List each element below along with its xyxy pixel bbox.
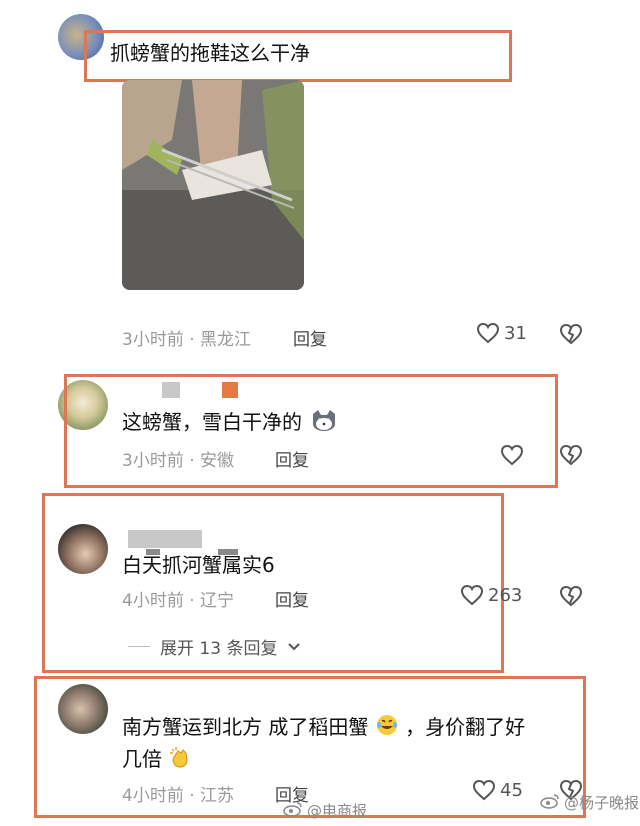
avatar[interactable] [58, 684, 108, 734]
comment-meta: 4小时前 · 辽宁 [122, 586, 234, 611]
broken-heart-icon [559, 585, 583, 607]
comment-location: 江苏 [200, 786, 235, 806]
comment-location: 辽宁 [200, 591, 235, 611]
heart-icon [476, 322, 500, 344]
comment-meta: 3小时前 · 黑龙江 [122, 325, 251, 350]
expand-replies-button[interactable]: 展开 13 条回复 [128, 634, 301, 659]
weibo-logo-icon [283, 801, 303, 821]
cat-emoji-icon [310, 408, 338, 440]
reply-button[interactable]: 回复 [275, 586, 309, 611]
broken-heart-icon [559, 444, 583, 466]
dislike-button[interactable] [558, 323, 584, 345]
comment-location: 安徽 [200, 451, 235, 471]
meta-separator: · [189, 591, 195, 611]
like-button[interactable]: 31 [476, 322, 527, 344]
comment-text-body: 这螃蟹，雪白干净的 [122, 410, 302, 434]
like-count: 31 [504, 322, 527, 344]
broken-heart-icon [559, 323, 583, 345]
watermark-left: @电商报 [283, 800, 367, 821]
dislike-button[interactable] [558, 444, 584, 466]
comment-time: 4小时前 [122, 591, 184, 611]
comment-time: 4小时前 [122, 786, 184, 806]
comment-text-line1-tail: ，身价翻了好 [405, 715, 526, 739]
reply-button[interactable]: 回复 [275, 446, 309, 471]
comment-text: 南方蟹运到北方 成了稻田蟹 ，身价翻了好 [122, 712, 525, 745]
reply-button[interactable]: 回复 [293, 325, 327, 350]
laughing-tears-emoji-icon [375, 713, 399, 745]
avatar[interactable] [58, 524, 108, 574]
watermark-right-text: @杨子晚报 [564, 794, 640, 812]
badge-redacted [222, 382, 238, 398]
comment-location: 黑龙江 [200, 330, 252, 350]
meta-separator: · [189, 451, 195, 471]
comment-text: 抓螃蟹的拖鞋这么干净 [110, 41, 310, 65]
username-redacted [162, 382, 180, 398]
meta-separator: · [189, 786, 195, 806]
weibo-logo-icon [540, 793, 560, 813]
chevron-down-icon [287, 637, 301, 657]
comment-meta: 4小时前 · 江苏 [122, 781, 234, 806]
heart-icon [500, 444, 524, 466]
comment-time: 3小时前 [122, 451, 184, 471]
comment-text: 白天抓河蟹属实6 [122, 553, 275, 577]
comment-text-line1: 南方蟹运到北方 成了稻田蟹 [122, 715, 369, 739]
like-button[interactable]: 263 [460, 584, 522, 606]
comment-text-line2: 几倍 [122, 744, 192, 777]
comment-meta: 3小时前 · 安徽 [122, 446, 234, 471]
meta-separator: · [189, 330, 195, 350]
clapping-hands-emoji-icon [168, 745, 192, 777]
heart-icon [460, 584, 484, 606]
comment-image[interactable] [122, 80, 304, 290]
comment-text: 这螃蟹，雪白干净的 [122, 407, 338, 440]
like-button[interactable] [500, 444, 528, 466]
expand-label: 展开 13 条回复 [160, 639, 278, 659]
expand-divider [128, 646, 150, 647]
watermark-right: @杨子晚报 [540, 792, 639, 813]
like-count: 45 [500, 779, 523, 801]
crab-photo-illustration [122, 80, 304, 290]
dislike-button[interactable] [558, 585, 584, 607]
watermark-left-text: @电商报 [307, 802, 368, 820]
comment-time: 3小时前 [122, 330, 184, 350]
heart-icon [472, 779, 496, 801]
comment-text-line2-body: 几倍 [122, 747, 162, 771]
like-button[interactable]: 45 [472, 779, 523, 801]
username-redacted [128, 530, 202, 548]
like-count: 263 [488, 584, 523, 606]
